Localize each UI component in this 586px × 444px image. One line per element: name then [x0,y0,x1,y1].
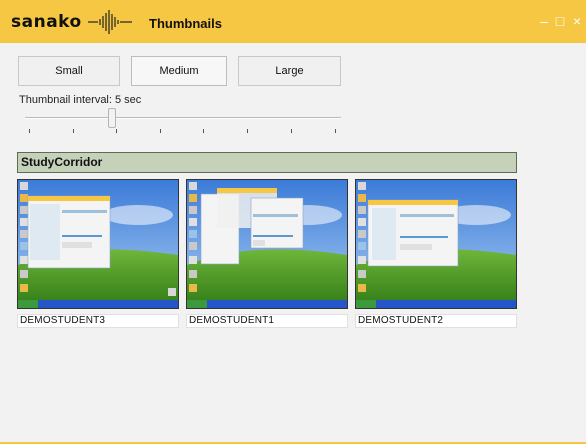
close-icon[interactable]: × [570,14,584,28]
thumbnail-interval-label: Thumbnail interval: 5 sec [19,94,142,106]
slider-tick [291,129,292,133]
group-header[interactable]: StudyCorridor [17,152,517,173]
title-bar[interactable]: sanako Thumbnails – □ × [0,0,586,43]
medium-size-button[interactable]: Medium [131,56,227,86]
student-screen-thumbnail[interactable] [355,179,517,309]
thumbnails-window: sanako Thumbnails – □ × Small Medium Lar… [0,0,586,444]
thumbnail-interval-slider[interactable] [25,108,341,138]
sound-wave-icon [88,10,132,34]
student-screen-thumbnail[interactable] [186,179,348,309]
slider-tick [247,129,248,133]
group-name: StudyCorridor [21,155,103,169]
slider-thumb[interactable] [108,108,116,128]
slider-tick [335,129,336,133]
slider-tick [29,129,30,133]
student-name: DEMOSTUDENT1 [186,314,348,328]
slider-tick [116,129,117,133]
sanako-logo: sanako [11,12,82,32]
slider-tick [73,129,74,133]
small-size-button[interactable]: Small [18,56,120,86]
slider-tick [160,129,161,133]
minimize-icon[interactable]: – [537,14,551,28]
student-screen-thumbnail[interactable] [17,179,179,309]
student-name: DEMOSTUDENT3 [17,314,179,328]
student-name: DEMOSTUDENT2 [355,314,517,328]
student-thumbnail[interactable]: DEMOSTUDENT1 [186,179,348,329]
student-thumbnail[interactable]: DEMOSTUDENT2 [355,179,517,329]
slider-tick [203,129,204,133]
student-thumbnail[interactable]: DEMOSTUDENT3 [17,179,179,329]
slider-track[interactable] [25,117,341,119]
large-size-button[interactable]: Large [238,56,341,86]
maximize-icon[interactable]: □ [553,14,567,28]
window-title: Thumbnails [149,16,222,31]
